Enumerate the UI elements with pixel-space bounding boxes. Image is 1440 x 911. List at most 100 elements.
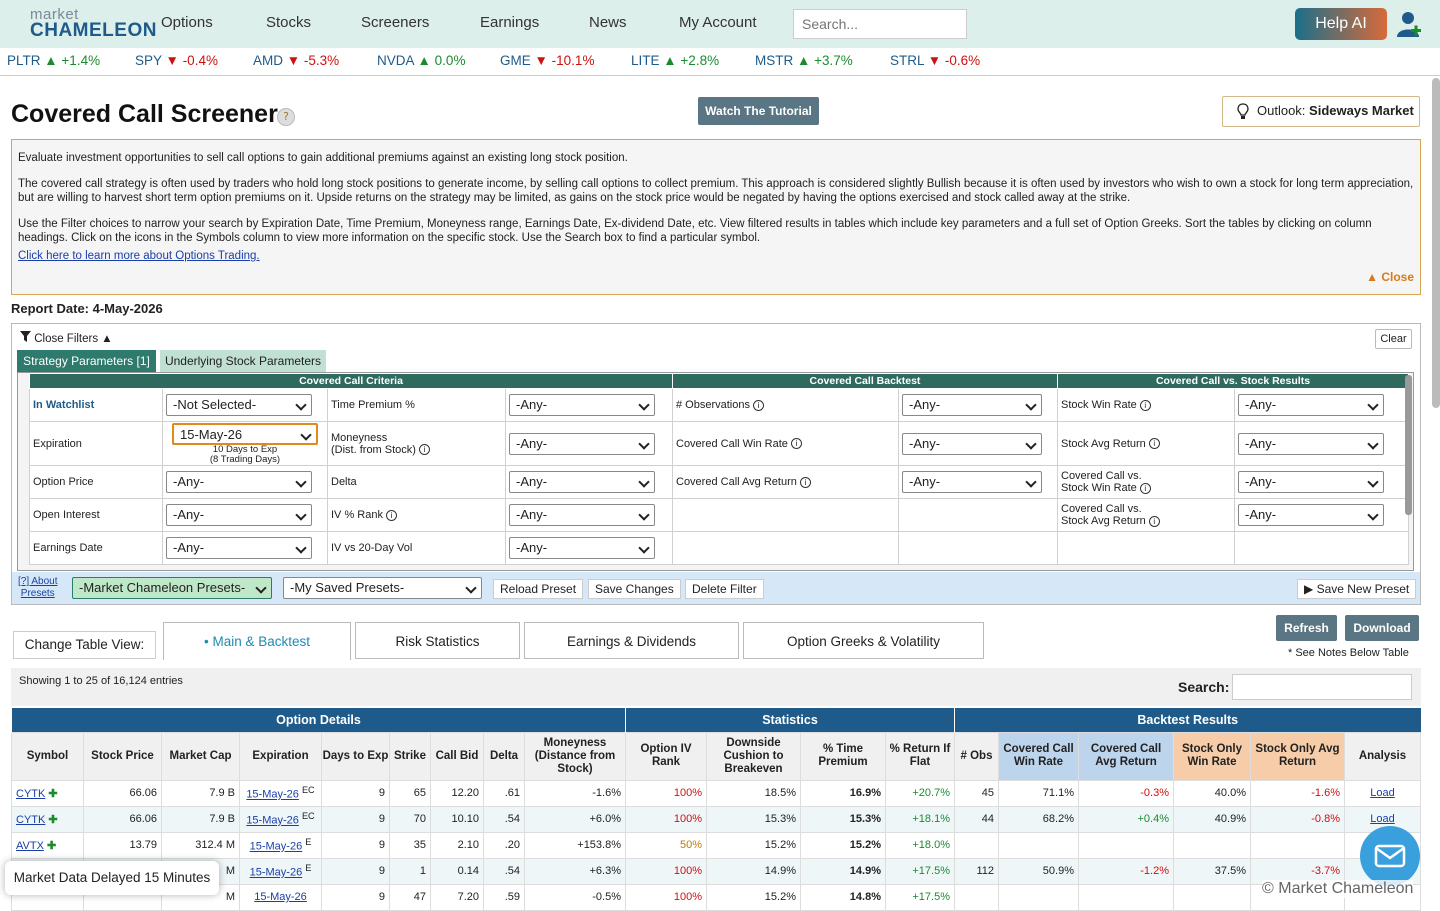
- load-link[interactable]: Load: [1370, 813, 1394, 825]
- add-icon[interactable]: ✚: [47, 840, 56, 852]
- delta-select[interactable]: -Any-: [509, 471, 655, 493]
- col-call-bid[interactable]: Call Bid: [430, 731, 484, 781]
- open-interest-select[interactable]: -Any-: [166, 504, 312, 526]
- nav-earnings[interactable]: Earnings: [480, 14, 539, 31]
- symbol-link[interactable]: CYTK: [16, 788, 45, 800]
- col-market-cap[interactable]: Market Cap: [161, 731, 240, 781]
- mc-presets-select[interactable]: -Market Chameleon Presets-: [72, 577, 272, 599]
- col-stock-avg-return[interactable]: Stock Only Avg Return: [1250, 731, 1345, 781]
- add-icon[interactable]: ✚: [48, 814, 57, 826]
- col-strike[interactable]: Strike: [389, 731, 431, 781]
- ticker-item[interactable]: MSTR ▲ +3.7%: [755, 53, 853, 68]
- logo[interactable]: market CHAMELEON: [26, 6, 156, 42]
- ticker-item[interactable]: PLTR ▲ +1.4%: [7, 53, 100, 68]
- watch-tutorial-button[interactable]: Watch The Tutorial: [698, 97, 819, 125]
- ticker-item[interactable]: LITE ▲ +2.8%: [631, 53, 719, 68]
- earnings-date-select[interactable]: -Any-: [166, 537, 312, 559]
- tab-risk-statistics[interactable]: Risk Statistics: [355, 622, 520, 659]
- filter-scrollbar[interactable]: [1405, 375, 1412, 515]
- outlook-badge[interactable]: Outlook: Sideways Market: [1222, 96, 1420, 127]
- nav-stocks[interactable]: Stocks: [266, 14, 311, 31]
- symbol-link[interactable]: CYTK: [16, 814, 45, 826]
- help-ai-button[interactable]: Help AI: [1295, 8, 1387, 40]
- nav-news[interactable]: News: [589, 14, 627, 31]
- learn-more-link[interactable]: Click here to learn more about Options T…: [18, 250, 260, 262]
- expiration-link[interactable]: 15-May-26: [250, 867, 303, 879]
- page-title: Covered Call Screener: [11, 100, 278, 128]
- table-search-input[interactable]: [1232, 674, 1412, 700]
- ticker-item[interactable]: STRL ▼ -0.6%: [890, 53, 980, 68]
- nav-options[interactable]: Options: [161, 14, 213, 31]
- col-analysis[interactable]: Analysis: [1344, 731, 1421, 781]
- tab-main-backtest[interactable]: • Main & Backtest: [163, 622, 351, 660]
- col-moneyness[interactable]: Moneyness (Distance from Stock): [524, 731, 626, 781]
- col-cc-win-rate[interactable]: Covered Call Win Rate: [998, 731, 1079, 781]
- iv-rank-select[interactable]: -Any-: [509, 504, 655, 526]
- cc-vs-stock-avg-select[interactable]: -Any-: [1238, 504, 1384, 526]
- user-add-icon[interactable]: [1396, 10, 1422, 38]
- expiration-link[interactable]: 15-May-26: [250, 841, 303, 853]
- col-stock-price[interactable]: Stock Price: [83, 731, 162, 781]
- page-scrollbar[interactable]: [1432, 78, 1440, 408]
- col-stock-win-rate[interactable]: Stock Only Win Rate: [1173, 731, 1251, 781]
- col-option-iv-rank[interactable]: Option IV Rank: [625, 731, 707, 781]
- expiration-link[interactable]: 15-May-26: [246, 789, 299, 801]
- col-cc-avg-return[interactable]: Covered Call Avg Return: [1078, 731, 1174, 781]
- nav-screeners[interactable]: Screeners: [361, 14, 429, 31]
- col-delta[interactable]: Delta: [483, 731, 525, 781]
- iv-vs-vol-select[interactable]: -Any-: [509, 537, 655, 559]
- symbol-link[interactable]: AVTX: [16, 840, 44, 852]
- filter-label-stock-win-rate: Stock Win Rate i: [1057, 388, 1235, 422]
- col-obs[interactable]: # Obs: [954, 731, 999, 781]
- my-presets-select[interactable]: -My Saved Presets-: [283, 577, 482, 599]
- col-downside-cushion[interactable]: Downside Cushion to Breakeven: [706, 731, 801, 781]
- tab-option-greeks-volatility[interactable]: Option Greeks & Volatility: [743, 622, 984, 659]
- save-changes-button[interactable]: Save Changes: [588, 579, 681, 599]
- load-link[interactable]: Load: [1370, 787, 1394, 799]
- col-days-to-exp[interactable]: Days to Exp: [321, 731, 390, 781]
- reload-preset-button[interactable]: Reload Preset: [493, 579, 584, 599]
- col-symbol[interactable]: Symbol: [11, 731, 84, 781]
- close-description-link[interactable]: ▲ Close: [1366, 270, 1414, 284]
- help-question-icon[interactable]: ?: [277, 108, 295, 126]
- watchlist-select[interactable]: -Not Selected-: [166, 394, 312, 416]
- refresh-button[interactable]: Refresh: [1276, 615, 1337, 641]
- tab-earnings-dividends[interactable]: Earnings & Dividends: [524, 622, 739, 659]
- group-statistics: Statistics: [625, 708, 955, 732]
- expiration-select[interactable]: 15-May-26: [172, 422, 318, 445]
- ticker-item[interactable]: SPY ▼ -0.4%: [135, 53, 218, 68]
- filter-label-moneyness: Moneyness (Dist. from Stock) i: [327, 421, 506, 466]
- option-price-select[interactable]: -Any-: [166, 471, 312, 493]
- nav-my-account[interactable]: My Account: [679, 14, 757, 31]
- clear-filters-button[interactable]: Clear: [1375, 329, 1412, 349]
- moneyness-select[interactable]: -Any-: [509, 432, 655, 455]
- stock-win-rate-select[interactable]: -Any-: [1238, 394, 1384, 416]
- time-premium-select[interactable]: -Any-: [509, 394, 655, 416]
- expiration-link[interactable]: 15-May-26: [254, 891, 307, 903]
- ticker-item[interactable]: NVDA ▲ 0.0%: [377, 53, 465, 68]
- close-filters-toggle[interactable]: Close Filters ▲: [20, 331, 113, 345]
- delete-filter-button[interactable]: Delete Filter: [685, 579, 764, 599]
- chat-button[interactable]: [1360, 826, 1420, 886]
- col-expiration[interactable]: Expiration: [239, 731, 322, 781]
- save-new-preset-button[interactable]: ▶ Save New Preset: [1297, 579, 1417, 599]
- global-search-input[interactable]: [793, 9, 967, 39]
- tab-strategy-parameters[interactable]: Strategy Parameters [1]: [17, 350, 156, 372]
- ticker-item[interactable]: GME ▼ -10.1%: [500, 53, 594, 68]
- cc-win-rate-select[interactable]: -Any-: [902, 432, 1042, 455]
- expiration-link[interactable]: 15-May-26: [246, 815, 299, 827]
- filter-label-iv-rank: IV % Rank i: [327, 498, 506, 532]
- col-time-premium[interactable]: % Time Premium: [800, 731, 886, 781]
- add-icon[interactable]: ✚: [48, 788, 57, 800]
- cc-avg-return-select[interactable]: -Any-: [902, 471, 1042, 493]
- download-button[interactable]: Download: [1345, 615, 1419, 641]
- top-navbar: market CHAMELEON Options Stocks Screener…: [0, 0, 1440, 48]
- info-icon: i: [385, 509, 397, 521]
- cc-vs-stock-win-select[interactable]: -Any-: [1238, 471, 1384, 493]
- tab-underlying-stock-parameters[interactable]: Underlying Stock Parameters: [160, 350, 326, 372]
- observations-select[interactable]: -Any-: [902, 394, 1042, 416]
- stock-avg-return-select[interactable]: -Any-: [1238, 432, 1384, 455]
- ticker-item[interactable]: AMD ▼ -5.3%: [253, 53, 339, 68]
- col-return-if-flat[interactable]: % Return If Flat: [885, 731, 955, 781]
- about-presets-link[interactable]: [?] About Presets: [18, 576, 57, 600]
